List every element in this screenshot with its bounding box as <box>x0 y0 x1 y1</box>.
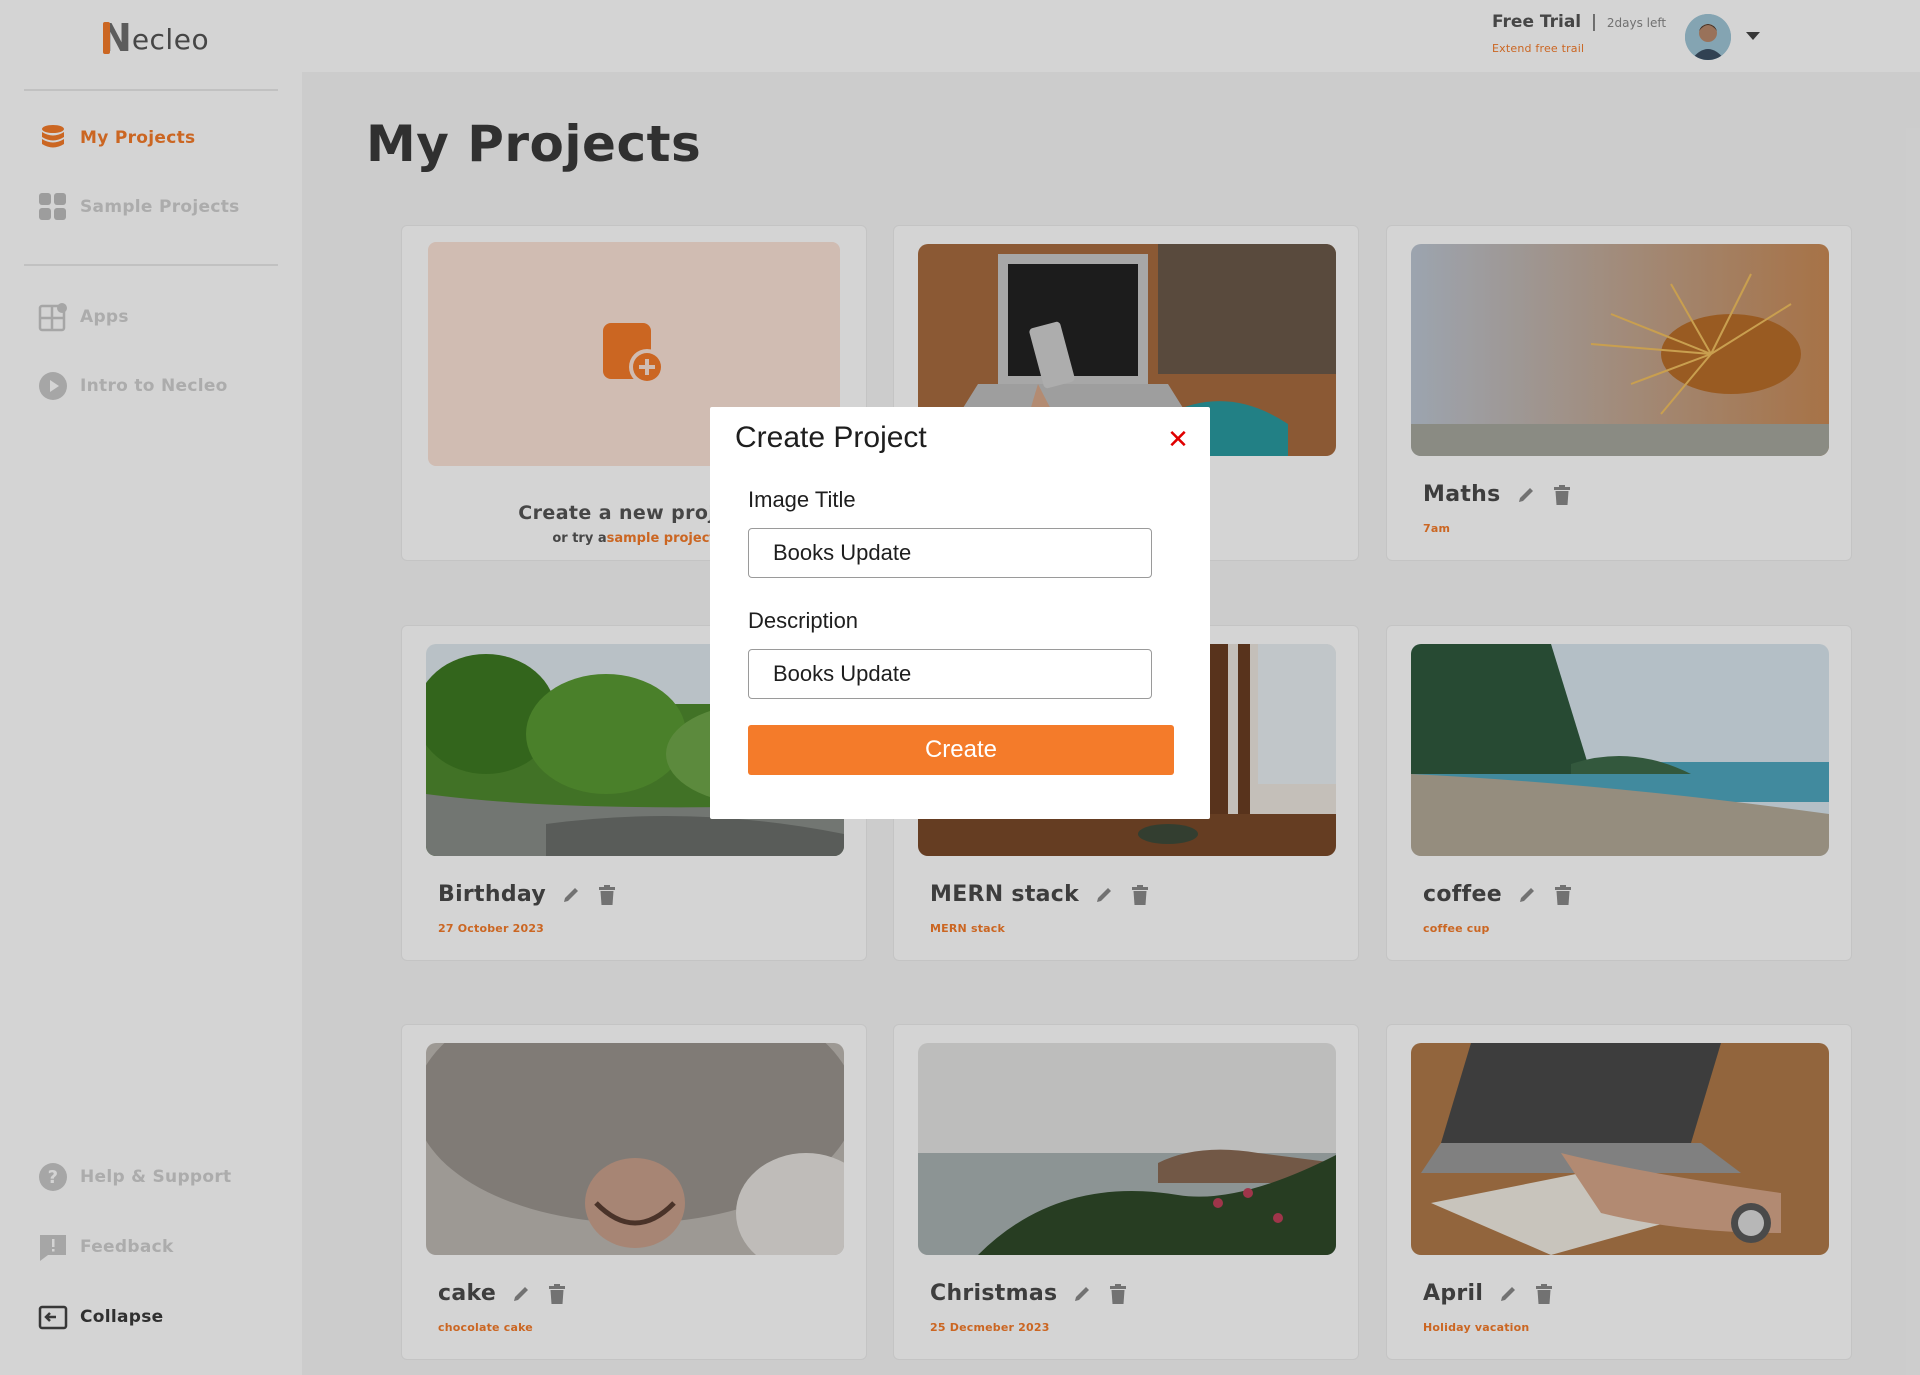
create-button[interactable]: Create <box>748 725 1174 775</box>
description-label: Description <box>748 608 859 633</box>
image-title-input[interactable] <box>748 528 1152 578</box>
close-icon[interactable]: ✕ <box>1166 426 1190 452</box>
modal-title: Create Project <box>735 421 927 454</box>
description-input[interactable] <box>748 649 1152 699</box>
image-title-label: Image Title <box>748 487 856 512</box>
create-project-modal: Create Project ✕ Image Title Description… <box>710 407 1210 819</box>
